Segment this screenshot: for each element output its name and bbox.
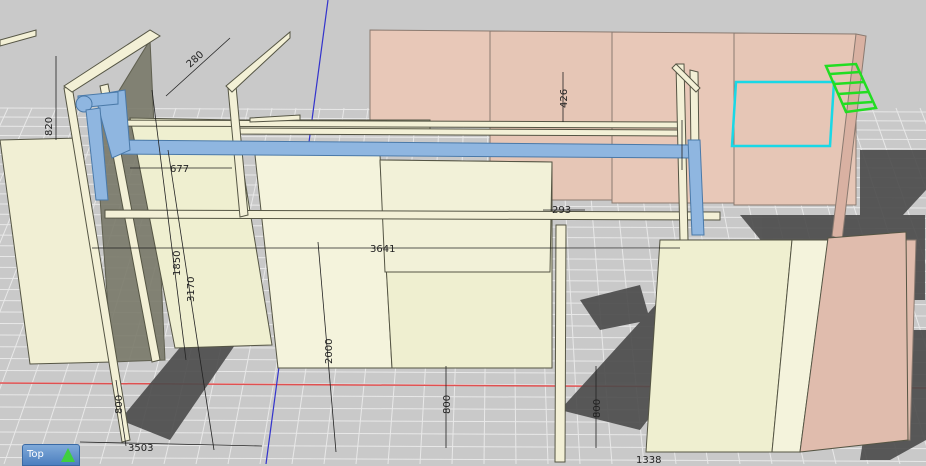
dim-3503: 3503 — [128, 443, 153, 454]
lower-rail — [104, 209, 721, 221]
dim-800-right: 800 — [592, 399, 603, 418]
dim-2000: 2000 — [324, 339, 335, 364]
pink-panel-3 — [611, 31, 735, 204]
frame-top-cap-1 — [0, 29, 37, 47]
grid-line — [0, 456, 926, 462]
dim-280: 280 — [185, 49, 207, 70]
dim-1338: 1338 — [636, 455, 661, 464]
dim-800-left: 800 — [114, 395, 125, 414]
dim-677: 677 — [170, 164, 189, 175]
navigation-cube-widget[interactable]: Top — [22, 444, 80, 466]
dim-293: 293 — [552, 205, 571, 216]
dim-820: 820 — [44, 117, 55, 136]
post-right — [554, 224, 567, 463]
dim-3170: 3170 — [186, 277, 197, 302]
frame-top-cap-3 — [225, 30, 291, 93]
dim-800-mid: 800 — [442, 395, 453, 414]
right-cabinet — [554, 224, 909, 463]
navigation-cube-icon[interactable] — [61, 448, 75, 462]
dim-3641: 3641 — [370, 244, 395, 255]
scene-canvas[interactable]: 820 677 1850 3170 3641 2000 800 800 800 … — [0, 0, 926, 464]
board-b — [254, 154, 393, 369]
pink-panel-1 — [369, 29, 491, 126]
top-rail-mid — [237, 127, 681, 137]
pink-panel-4 — [733, 32, 857, 206]
dim-1850: 1850 — [172, 251, 183, 276]
3d-viewport[interactable]: 820 677 1850 3170 3641 2000 800 800 800 … — [0, 0, 926, 466]
view-label: Top — [27, 449, 44, 460]
dim-426: 426 — [559, 89, 570, 108]
board-front-1 — [645, 239, 793, 453]
